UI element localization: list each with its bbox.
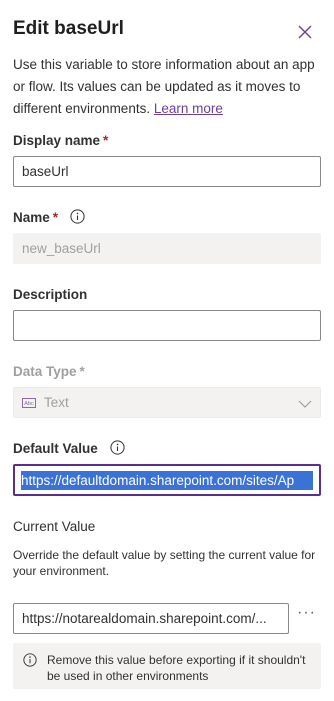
current-value-heading: Current Value xyxy=(13,519,96,534)
default-value-input[interactable]: https://defaultdomain.sharepoint.com/sit… xyxy=(13,464,321,496)
description-input[interactable] xyxy=(13,310,321,341)
required-mark: * xyxy=(103,133,109,148)
data-type-label-text: Data Type xyxy=(13,364,77,379)
info-icon xyxy=(70,209,85,224)
svg-text:Abc: Abc xyxy=(24,401,34,407)
learn-more-link[interactable]: Learn more xyxy=(154,101,223,116)
panel-description: Use this variable to store information a… xyxy=(13,54,321,120)
required-mark: * xyxy=(52,210,59,225)
close-button[interactable] xyxy=(294,21,316,43)
chevron-down-icon xyxy=(298,397,312,412)
display-name-value: baseUrl xyxy=(22,164,69,179)
name-value: new_baseUrl xyxy=(22,241,101,256)
display-name-label: Display name * xyxy=(13,133,108,148)
name-label: Name * xyxy=(13,209,85,227)
info-icon xyxy=(109,440,125,455)
default-value-label-text: Default Value xyxy=(13,441,98,456)
display-name-label-text: Display name xyxy=(13,133,101,148)
data-type-value: Text xyxy=(44,395,69,410)
default-value-selected-text: https://defaultdomain.sharepoint.com/sit… xyxy=(21,470,313,490)
description-label: Description xyxy=(13,287,88,302)
info-icon xyxy=(23,653,37,667)
current-value-help: Override the default value by setting th… xyxy=(13,548,316,578)
display-name-input[interactable]: baseUrl xyxy=(13,156,321,187)
edit-variable-panel: Edit baseUrl Use this variable to store … xyxy=(0,0,334,701)
current-value-value: https://notarealdomain.sharepoint.com/..… xyxy=(22,611,267,626)
name-label-text: Name xyxy=(13,210,50,225)
export-notice: Remove this value before exporting if it… xyxy=(13,643,321,689)
name-input: new_baseUrl xyxy=(13,233,321,264)
close-icon xyxy=(298,25,312,39)
default-value-label: Default Value xyxy=(13,440,125,458)
export-notice-text: Remove this value before exporting if it… xyxy=(47,653,306,683)
data-type-select: Abc Text xyxy=(13,387,321,418)
required-mark: * xyxy=(79,364,85,379)
text-type-icon: Abc xyxy=(22,397,36,408)
more-options-button[interactable]: ··· xyxy=(297,604,316,622)
data-type-label: Data Type * xyxy=(13,364,85,379)
current-value-input[interactable]: https://notarealdomain.sharepoint.com/..… xyxy=(13,603,289,634)
info-button[interactable] xyxy=(70,209,85,227)
info-button[interactable] xyxy=(109,440,125,458)
panel-title: Edit baseUrl xyxy=(13,18,124,39)
